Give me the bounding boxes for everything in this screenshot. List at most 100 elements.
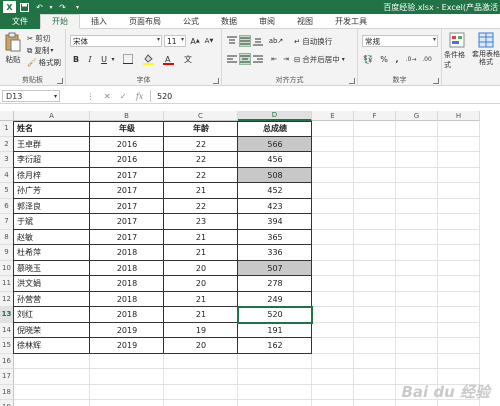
align-top-icon[interactable] [226,35,238,47]
cut-button[interactable]: ✂ 剪切 [27,33,50,44]
table-cell[interactable]: 22 [164,137,238,153]
wen-phonetic-icon[interactable]: 文 [182,53,194,65]
table-cell[interactable]: 21 [164,307,238,323]
table-cell[interactable]: 278 [238,276,312,292]
column-header-h[interactable]: H [438,111,480,121]
table-cell[interactable]: 王卓群 [14,137,90,153]
spreadsheet-grid[interactable]: ABCDEFGH12345678910111213141516171819姓名年… [0,111,500,406]
table-cell[interactable]: 249 [238,292,312,308]
row-header-5[interactable]: 5 [0,183,14,199]
tab-formulas[interactable]: 公式 [172,14,210,29]
merge-center-button[interactable]: ⊟ 合并后居中 ▾ [294,54,345,65]
table-cell[interactable]: 566 [238,137,312,153]
table-cell[interactable]: 423 [238,199,312,215]
tab-data[interactable]: 数据 [210,14,248,29]
table-cell[interactable]: 23 [164,214,238,230]
table-cell[interactable]: 21 [164,183,238,199]
chevron-down-icon[interactable]: ▾ [342,56,345,63]
table-cell[interactable]: 20 [164,276,238,292]
table-cell[interactable]: 倪晓荣 [14,323,90,339]
table-cell[interactable]: 2017 [90,168,164,184]
table-cell[interactable]: 刘红 [14,307,90,323]
table-cell[interactable]: 2018 [90,292,164,308]
row-header-8[interactable]: 8 [0,229,14,245]
redo-icon[interactable]: ↷ [56,1,69,13]
conditional-formatting-button[interactable]: 条件格式 [444,32,470,70]
table-cell[interactable]: 22 [164,152,238,168]
enter-icon[interactable]: ✓ [120,92,127,101]
name-box[interactable]: D13 ▾ [2,90,60,102]
table-cell[interactable]: 394 [238,214,312,230]
table-cell[interactable]: 洪文娟 [14,276,90,292]
font-color-icon[interactable]: A [162,53,174,65]
table-cell[interactable]: 2019 [90,338,164,354]
tab-file[interactable]: 文件 [0,14,40,29]
table-cell[interactable]: 365 [238,230,312,246]
underline-button[interactable]: U [98,53,110,65]
accounting-icon[interactable]: 💱 [362,53,374,65]
number-format-select[interactable]: 常规 ▾ [362,35,438,47]
table-cell[interactable]: 2017 [90,199,164,215]
font-size-select[interactable]: 11 ▾ [164,35,186,47]
table-cell[interactable]: 20 [164,338,238,354]
tab-home[interactable]: 开始 [40,14,80,29]
align-center-icon[interactable] [239,53,251,65]
table-cell[interactable]: 李衍超 [14,152,90,168]
table-cell[interactable]: 2018 [90,261,164,277]
table-cell[interactable]: 456 [238,152,312,168]
column-header-d[interactable]: D [238,111,312,121]
tab-review[interactable]: 审阅 [248,14,286,29]
table-cell[interactable]: 21 [164,292,238,308]
chevron-down-icon[interactable]: ▾ [50,47,53,54]
wrap-text-button[interactable]: ↵ 自动换行 [294,36,332,47]
table-cell[interactable]: 郭泽良 [14,199,90,215]
align-left-icon[interactable] [226,53,238,65]
format-as-table-button[interactable]: 套用表格格式 [472,32,500,66]
table-header-cell[interactable]: 总成绩 [238,121,312,137]
table-cell[interactable]: 孙营营 [14,292,90,308]
copy-button[interactable]: ⧉ 复制 ▾ [27,45,53,56]
table-cell[interactable]: 2016 [90,137,164,153]
table-cell[interactable]: 508 [238,168,312,184]
cancel-icon[interactable]: ✕ [104,92,111,101]
increase-indent-icon[interactable]: ⇥ [280,53,292,65]
italic-button[interactable]: I [84,53,96,65]
table-cell[interactable]: 162 [238,338,312,354]
customize-toolbar-icon[interactable]: ▾ [71,1,84,13]
column-header-g[interactable]: G [396,111,438,121]
table-cell[interactable]: 慕晓玉 [14,261,90,277]
table-cell[interactable]: 赵敏 [14,230,90,246]
align-bottom-icon[interactable] [252,35,264,47]
tab-developer[interactable]: 开发工具 [324,14,378,29]
row-header-17[interactable]: 17 [0,369,14,385]
row-header-14[interactable]: 14 [0,322,14,338]
row-header-19[interactable]: 19 [0,400,14,406]
row-header-18[interactable]: 18 [0,384,14,400]
table-cell[interactable]: 孙广芳 [14,183,90,199]
table-cell[interactable]: 19 [164,323,238,339]
underline-dropdown-icon[interactable]: ▾ [110,53,116,65]
row-header-13[interactable]: 13 [0,307,14,323]
table-cell[interactable]: 452 [238,183,312,199]
row-header-16[interactable]: 16 [0,353,14,369]
table-cell[interactable]: 2016 [90,152,164,168]
shrink-font-icon[interactable]: A ▼ [203,35,215,47]
percent-icon[interactable]: % [378,53,390,65]
row-header-10[interactable]: 10 [0,260,14,276]
fill-color-icon[interactable] [142,53,154,65]
table-cell[interactable]: 2017 [90,230,164,246]
decrease-indent-icon[interactable]: ⇤ [268,53,280,65]
table-cell[interactable]: 507 [238,261,312,277]
table-cell[interactable]: 191 [238,323,312,339]
undo-icon[interactable]: ↶ [33,1,46,13]
format-painter-button[interactable]: 🖌 格式刷 [27,57,61,68]
column-header-e[interactable]: E [312,111,354,121]
table-cell[interactable]: 徐林辉 [14,338,90,354]
column-header-a[interactable]: A [14,111,90,121]
table-cell[interactable]: 22 [164,199,238,215]
clipboard-launcher-icon[interactable] [57,78,63,84]
column-header-c[interactable]: C [164,111,238,121]
table-cell[interactable]: 2018 [90,307,164,323]
font-name-select[interactable]: 宋体 ▾ [70,35,162,47]
row-header-2[interactable]: 2 [0,136,14,152]
